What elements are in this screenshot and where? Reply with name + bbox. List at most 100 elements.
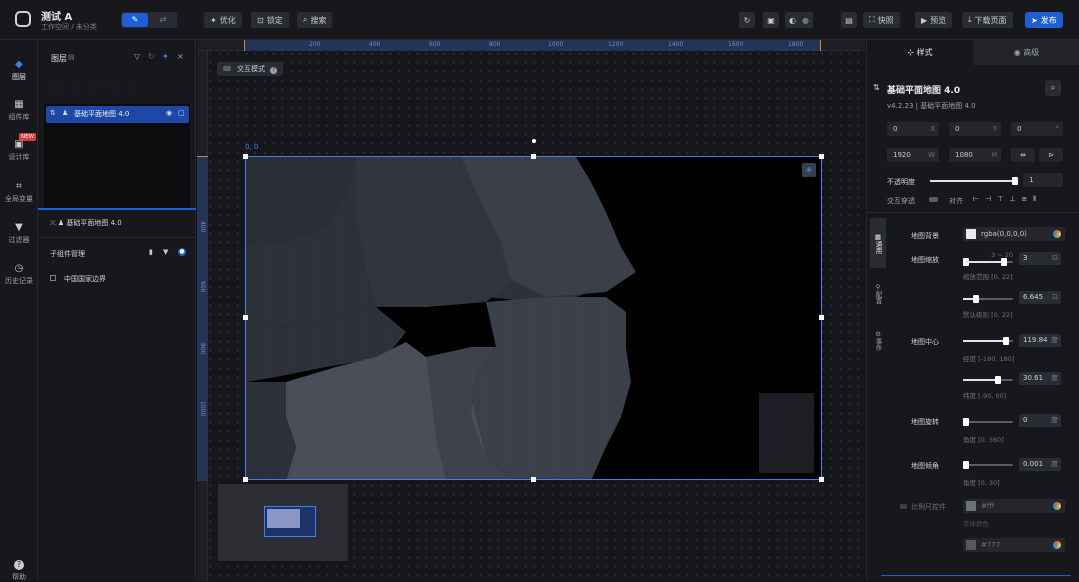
- scale-color2-field[interactable]: #777: [963, 538, 1065, 552]
- bookmark-icon[interactable]: ▮: [149, 248, 153, 256]
- lat-field[interactable]: 30.61 度: [1019, 372, 1061, 385]
- side-tab-general[interactable]: ▦通用: [870, 218, 886, 268]
- side-tab-events[interactable]: ⚙事件: [870, 320, 886, 360]
- layer-pin-icon[interactable]: ✦: [162, 52, 169, 61]
- tab-style[interactable]: ⊹ 样式: [867, 40, 973, 65]
- handle-tm[interactable]: [531, 154, 536, 159]
- download-page-button[interactable]: ⤓ 下载页面: [962, 12, 1013, 28]
- handle-tr[interactable]: [819, 154, 824, 159]
- lock-button[interactable]: ⊡ 锁定: [251, 12, 289, 28]
- align-icons[interactable]: ⊢⊣⊤⊥≡⫴: [973, 195, 1042, 204]
- zoom-min-field[interactable]: 3 ⊡: [1019, 252, 1061, 265]
- tilt-slider[interactable]: [963, 461, 1013, 469]
- children-filter-icon[interactable]: ▼: [163, 248, 168, 256]
- nav-help[interactable]: ? 帮助: [0, 560, 38, 582]
- child-item[interactable]: 中国国家边界: [50, 274, 106, 284]
- height-field[interactable]: 1080 H: [949, 148, 1001, 162]
- side-tab-config[interactable]: ⚲配置: [870, 272, 886, 314]
- snapshot-button[interactable]: ⛶ 快照: [863, 12, 900, 28]
- width-field[interactable]: 1920 W: [887, 148, 939, 162]
- flip-h-button[interactable]: ⇹: [1011, 148, 1035, 162]
- zoom-range-slider[interactable]: [963, 258, 1013, 266]
- scale-color-field[interactable]: #fff: [963, 499, 1065, 513]
- children-info-icon[interactable]: ●: [178, 248, 186, 256]
- handle-ml[interactable]: [243, 315, 248, 320]
- lat-slider[interactable]: [963, 376, 1013, 384]
- lat-knob[interactable]: [995, 376, 1001, 384]
- nav-components[interactable]: ▦ 组件库: [0, 100, 38, 122]
- flip-v-button[interactable]: ⊳: [1039, 148, 1063, 162]
- nav-history[interactable]: ◷ 历史记录: [0, 264, 38, 286]
- app-logo[interactable]: [15, 11, 31, 27]
- interaction-mode-button[interactable]: 交互模式 ?: [217, 62, 284, 76]
- interaction-toggle[interactable]: [929, 197, 938, 202]
- x-field[interactable]: 0X: [887, 122, 939, 136]
- map-bg-color-field[interactable]: rgba(0,0,0,0): [963, 227, 1065, 241]
- nav-filters[interactable]: ▼ 过滤器: [0, 223, 38, 245]
- nav-design-lib[interactable]: ▣ 设计库: [0, 140, 38, 162]
- checkbox-icon[interactable]: [50, 275, 56, 281]
- selected-component-row[interactable]: ⤫ ♟ 基础平面地图 4.0: [50, 218, 122, 228]
- canvas-area[interactable]: 200 400 600 800 1000 1200 1400 1600 1800…: [197, 40, 865, 581]
- nav-global-vars[interactable]: ⌗ 全局变量: [0, 182, 38, 204]
- lng-knob[interactable]: [1003, 337, 1009, 345]
- collapse-icon[interactable]: ⤫: [50, 219, 56, 227]
- rotate-handle[interactable]: [532, 139, 536, 143]
- search-button[interactable]: ⌕ 搜索: [297, 12, 333, 28]
- mode-edit-button[interactable]: ✎: [122, 13, 148, 27]
- rotate-knob[interactable]: [963, 418, 969, 426]
- handle-br[interactable]: [819, 477, 824, 482]
- rotate-slider[interactable]: [963, 418, 1013, 426]
- component-expand-icon[interactable]: ⇅: [873, 83, 880, 92]
- lng-slider[interactable]: [963, 337, 1013, 345]
- opacity-field[interactable]: 1: [1023, 173, 1063, 187]
- opacity-knob[interactable]: [1012, 177, 1018, 185]
- breadcrumb-workspace[interactable]: 工作空间: [41, 23, 69, 31]
- handle-bm[interactable]: [531, 477, 536, 482]
- tilt-knob[interactable]: [963, 461, 969, 469]
- scale-color-picker-icon[interactable]: [1053, 502, 1061, 510]
- nav-layers[interactable]: ◆ 图层: [0, 60, 38, 82]
- tilt-field[interactable]: 0.001 度: [1019, 458, 1061, 471]
- lat-unit: 度: [1051, 374, 1058, 382]
- refresh-button[interactable]: ↻: [739, 12, 755, 28]
- layer-filter-icon[interactable]: ▽: [134, 52, 140, 61]
- theme-toggle[interactable]: ◐ ●: [785, 12, 813, 28]
- handle-bl[interactable]: [243, 477, 248, 482]
- panel-button[interactable]: ▤: [841, 12, 857, 28]
- opacity-slider[interactable]: [930, 177, 1018, 185]
- zoom-default-field[interactable]: 6.645 ⊡: [1019, 291, 1061, 304]
- breadcrumb-category[interactable]: 未分类: [76, 23, 97, 31]
- handle-mr[interactable]: [819, 315, 824, 320]
- y-value: 0: [955, 125, 960, 133]
- canvas-navigator[interactable]: [218, 484, 348, 561]
- map-component[interactable]: ◈: [245, 156, 822, 480]
- map-control-icon[interactable]: ◈: [802, 163, 816, 177]
- rotate-field[interactable]: 0度: [1019, 414, 1061, 427]
- layer-close-icon[interactable]: ×: [177, 52, 184, 61]
- zoom-default-slider[interactable]: [963, 295, 1013, 303]
- zoom-default-knob[interactable]: [973, 295, 979, 303]
- expand-icon[interactable]: ⇅: [50, 109, 56, 117]
- eye-icon[interactable]: ◉: [166, 109, 172, 117]
- y-field[interactable]: 0Y: [949, 122, 1001, 136]
- tab-advanced[interactable]: ◉ 高级: [973, 40, 1079, 65]
- layer-refresh-icon[interactable]: ↻: [148, 52, 155, 61]
- component-search-button[interactable]: ⌕: [1045, 80, 1061, 96]
- height-unit: H: [991, 151, 997, 159]
- optimize-button[interactable]: ✦ 优化: [204, 12, 242, 28]
- lng-field[interactable]: 119.84 度: [1019, 334, 1061, 347]
- scale-ctrl-checkbox[interactable]: [900, 504, 907, 509]
- layer-lock-icon[interactable]: ▢: [178, 109, 185, 117]
- handle-tl[interactable]: [243, 154, 248, 159]
- zoom-max-knob[interactable]: [1001, 258, 1007, 266]
- publish-button[interactable]: ➤ 发布: [1025, 12, 1063, 28]
- layer-item-selected[interactable]: ⇅ ♟ 基础平面地图 4.0 ◉ ▢: [46, 106, 189, 123]
- preview-button[interactable]: ▶ 预览: [915, 12, 953, 28]
- rotation-field[interactable]: 0 °: [1011, 122, 1063, 136]
- panel-divider[interactable]: [38, 208, 196, 210]
- scale-color2-picker-icon[interactable]: [1053, 541, 1061, 549]
- color-picker-icon[interactable]: [1053, 230, 1061, 238]
- mode-code-button[interactable]: ⇄: [150, 13, 176, 27]
- screen-button[interactable]: ▣: [763, 12, 779, 28]
